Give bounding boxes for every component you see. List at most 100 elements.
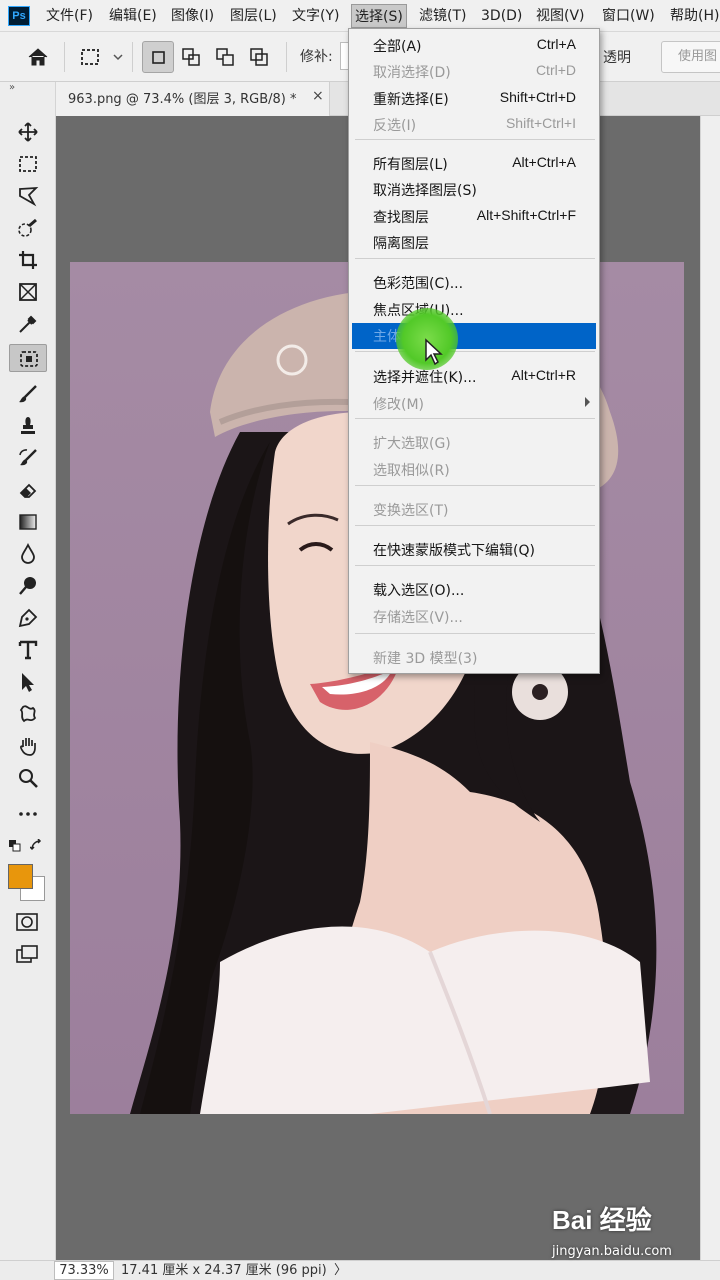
menu-item-label: 全部(A) xyxy=(373,39,422,55)
history-brush-tool[interactable] xyxy=(13,444,43,472)
foreground-color-swatch[interactable] xyxy=(8,864,33,889)
document-tab[interactable]: 963.png @ 73.4% (图层 3, RGB/8) * xyxy=(56,82,330,116)
select-menu-item[interactable]: 隔离图层 xyxy=(352,230,596,256)
lasso-tool[interactable] xyxy=(13,182,43,210)
menu-separator xyxy=(355,565,595,566)
menu-item-shortcut: Shift+Ctrl+I xyxy=(505,115,576,131)
zoom-level-field[interactable]: 73.33% xyxy=(54,1261,114,1280)
move-tool[interactable] xyxy=(13,118,43,146)
menu-separator xyxy=(355,139,595,140)
menu-separator xyxy=(355,351,595,352)
select-menu-item[interactable]: 所有图层(L) Alt+Ctrl+A xyxy=(352,151,596,177)
vertical-scrollbar[interactable] xyxy=(700,116,720,1260)
history-brush-icon xyxy=(19,449,37,466)
quick-mask-icon[interactable] xyxy=(15,912,39,932)
use-pattern-button[interactable]: 使用图 xyxy=(661,41,720,73)
dodge-icon xyxy=(19,577,36,595)
menu-item-label: 修改(M) xyxy=(373,397,425,413)
intersect-selection-button[interactable] xyxy=(244,41,276,73)
brush-tool[interactable] xyxy=(13,380,43,408)
status-menu-arrow[interactable]: 〉 xyxy=(334,1261,347,1280)
type-tool[interactable] xyxy=(13,636,43,664)
marquee-tool[interactable] xyxy=(13,150,43,178)
menu-image[interactable]: 图像(I) xyxy=(171,0,214,32)
menu-separator xyxy=(355,258,595,259)
arrow-pointer-icon xyxy=(22,673,34,692)
toolbox: » xyxy=(0,82,56,1260)
frame-tool[interactable] xyxy=(13,278,43,306)
divider xyxy=(286,42,287,72)
default-colors-icon[interactable] xyxy=(8,839,22,853)
submenu-arrow-icon xyxy=(585,397,590,407)
edit-toolbar-button[interactable] xyxy=(13,800,43,828)
select-menu-item[interactable]: 取消选择图层(S) xyxy=(352,177,596,203)
type-icon xyxy=(18,640,38,660)
status-bar: 73.33% 17.41 厘米 x 24.37 厘米 (96 ppi) 〉 xyxy=(0,1260,720,1280)
select-menu-item[interactable]: 载入选区(O)... xyxy=(352,577,596,603)
swap-colors-icon[interactable] xyxy=(30,839,44,853)
menu-help[interactable]: 帮助(H) xyxy=(670,0,719,32)
menu-separator xyxy=(355,633,595,634)
move-icon xyxy=(18,122,38,142)
patch-icon xyxy=(20,351,38,367)
menu-item-label: 取消选择图层(S) xyxy=(373,183,477,199)
menu-item-label: 所有图层(L) xyxy=(373,157,448,173)
menu-separator xyxy=(355,418,595,419)
select-menu-dropdown: 全部(A) Ctrl+A 取消选择(D) Ctrl+D 重新选择(E) Shift+Ctr… xyxy=(348,28,600,674)
select-menu-item[interactable]: 焦点区域(U)... xyxy=(352,297,596,323)
blur-tool[interactable] xyxy=(13,540,43,568)
close-tab-button[interactable]: × xyxy=(312,88,324,104)
home-icon xyxy=(28,48,48,66)
pen-tool[interactable] xyxy=(13,604,43,632)
eraser-tool[interactable] xyxy=(13,476,43,504)
patch-tool[interactable] xyxy=(9,344,47,372)
menu-select[interactable]: 选择(S) xyxy=(351,4,407,28)
clone-stamp-tool[interactable] xyxy=(13,412,43,440)
zoom-tool[interactable] xyxy=(13,764,43,792)
home-button[interactable] xyxy=(22,41,54,73)
menu-edit[interactable]: 编辑(E) xyxy=(109,0,157,32)
new-selection-button[interactable] xyxy=(142,41,174,73)
dodge-tool[interactable] xyxy=(13,572,43,600)
crop-tool[interactable] xyxy=(13,246,43,274)
hand-tool[interactable] xyxy=(13,732,43,760)
custom-shape-icon xyxy=(19,705,37,723)
clone-stamp-icon xyxy=(21,417,35,434)
select-menu-item[interactable]: 色彩范围(C)... xyxy=(352,270,596,296)
select-menu-item[interactable]: 全部(A) Ctrl+A xyxy=(352,33,596,59)
menu-item-label: 扩大选取(G) xyxy=(373,436,451,452)
toolbox-collapse-icon[interactable]: » xyxy=(9,82,15,93)
eyedropper-tool[interactable] xyxy=(13,310,43,338)
divider xyxy=(64,42,65,72)
gradient-tool[interactable] xyxy=(13,508,43,536)
subtract-selection-button[interactable] xyxy=(210,41,242,73)
screen-mode-icon[interactable] xyxy=(15,944,39,966)
select-menu-item[interactable]: 选择并遮住(K)... Alt+Ctrl+R xyxy=(352,364,596,390)
zoom-icon xyxy=(19,769,38,788)
menu-window[interactable]: 窗口(W) xyxy=(602,0,655,32)
select-menu-item[interactable]: 在快速蒙版模式下编辑(Q) xyxy=(352,537,596,563)
tool-preset-picker[interactable] xyxy=(76,41,126,73)
quick-selection-tool[interactable] xyxy=(13,214,43,242)
select-menu-item: 修改(M) xyxy=(352,391,596,417)
patch-tool-icon xyxy=(81,49,123,65)
add-selection-button[interactable] xyxy=(176,41,208,73)
marquee-icon xyxy=(19,156,37,172)
menu-item-label: 载入选区(O)... xyxy=(373,583,465,599)
menu-layer[interactable]: 图层(L) xyxy=(230,0,277,32)
watermark-url: jingyan.baidu.com xyxy=(552,1244,672,1259)
menu-item-label: 重新选择(E) xyxy=(373,92,449,108)
new-selection-icon xyxy=(152,51,165,64)
menu-item-shortcut: Alt+Ctrl+R xyxy=(511,367,576,383)
eraser-icon xyxy=(19,483,37,498)
custom-shape-tool[interactable] xyxy=(13,700,43,728)
menu-file[interactable]: 文件(F) xyxy=(46,0,93,32)
select-menu-item[interactable]: 查找图层 Alt+Shift+Ctrl+F xyxy=(352,204,596,230)
select-menu-item: 新建 3D 模型(3) xyxy=(352,645,596,671)
select-menu-item[interactable]: 重新选择(E) Shift+Ctrl+D xyxy=(352,86,596,112)
select-menu-item[interactable]: 主体 xyxy=(352,323,596,349)
menu-type[interactable]: 文字(Y) xyxy=(292,0,339,32)
transparent-label[interactable]: 透明 xyxy=(603,47,631,67)
menu-item-label: 查找图层 xyxy=(373,210,429,226)
path-selection-tool[interactable] xyxy=(13,668,43,696)
